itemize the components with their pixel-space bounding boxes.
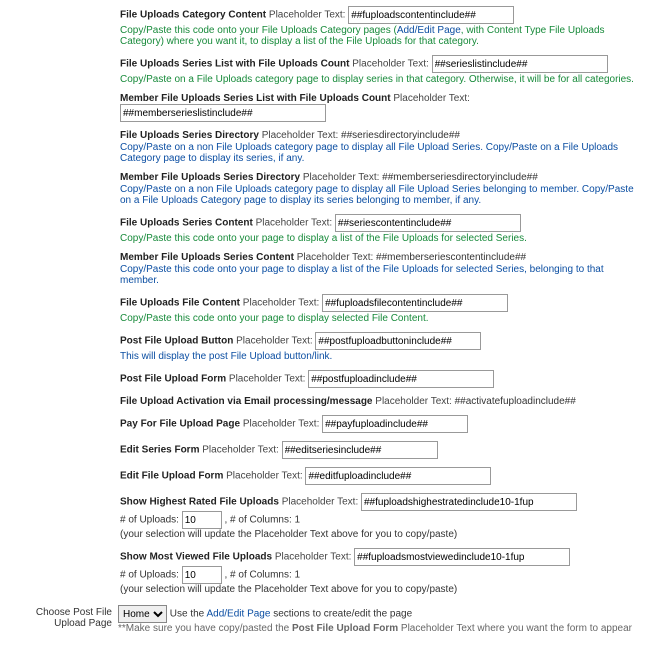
placeholder-input[interactable]	[322, 294, 508, 312]
item-title: File Uploads Series List with File Uploa…	[120, 59, 352, 70]
placeholder-block: Post File Upload Button Placeholder Text…	[8, 330, 642, 368]
add-edit-page-link[interactable]: Add/Edit Page	[206, 609, 270, 620]
choose-post-page-label: Choose Post File Upload Page	[8, 605, 112, 629]
item-title: Edit Series Form	[120, 445, 202, 456]
placeholder-value: ##activatefuploadinclude##	[455, 396, 576, 407]
highest-rated-uploads-input[interactable]	[182, 511, 222, 529]
placeholder-block: File Uploads File Content Placeholder Te…	[8, 292, 642, 330]
highest-rated-columns-value: 1	[295, 515, 301, 526]
show-most-viewed-block: Show Most Viewed File Uploads Placeholde…	[8, 546, 642, 601]
placeholder-block: File Upload Activation via Email process…	[8, 394, 642, 413]
item-title: Pay For File Upload Page	[120, 419, 243, 430]
placeholder-input[interactable]	[322, 415, 468, 433]
highest-rated-note: (your selection will update the Placehol…	[120, 529, 642, 540]
placeholder-input[interactable]	[432, 55, 608, 73]
placeholder-block: File Uploads Category Content Placeholde…	[8, 4, 642, 53]
placeholder-block: File Uploads Series Directory Placeholde…	[8, 128, 642, 170]
uploads-label: # of Uploads:	[120, 570, 179, 581]
placeholder-input[interactable]	[308, 370, 494, 388]
placeholder-block: Pay For File Upload Page Placeholder Tex…	[8, 413, 642, 439]
item-description: This will display the post File Upload b…	[120, 350, 642, 362]
item-title: Show Highest Rated File Uploads	[120, 497, 279, 508]
item-title: Member File Uploads Series List with Fil…	[120, 93, 393, 104]
item-description: Copy/Paste on a non File Uploads categor…	[120, 141, 642, 164]
placeholder-block: Edit File Upload Form Placeholder Text:	[8, 465, 642, 491]
placeholder-value: ##seriesdirectoryinclude##	[341, 130, 460, 141]
most-viewed-note: (your selection will update the Placehol…	[120, 584, 642, 595]
most-viewed-uploads-input[interactable]	[182, 566, 222, 584]
placeholder-value: ##memberseriesdirectoryinclude##	[382, 172, 538, 183]
item-title: Edit File Upload Form	[120, 471, 226, 482]
placeholder-label: Placeholder Text:	[352, 59, 431, 70]
placeholder-label: Placeholder Text:	[226, 471, 305, 482]
item-title: Member File Uploads Series Content	[120, 252, 297, 263]
item-description: Copy/Paste this code onto your page to d…	[120, 312, 642, 324]
placeholder-block: Edit Series Form Placeholder Text:	[8, 439, 642, 465]
placeholder-label: Placeholder Text:	[282, 497, 359, 508]
placeholder-value: ##memberseriescontentinclude##	[376, 252, 526, 263]
item-title: Member File Uploads Series Directory	[120, 172, 303, 183]
placeholder-label: Placeholder Text:	[275, 552, 352, 563]
item-description: Copy/Paste this code onto your page to d…	[120, 232, 642, 244]
footer-warning: **Make sure you have copy/pasted the Pos…	[118, 623, 632, 634]
placeholder-label: Placeholder Text:	[256, 218, 335, 229]
placeholder-block: Post File Upload Form Placeholder Text:	[8, 368, 642, 394]
placeholder-block: File Uploads Series List with File Uploa…	[8, 53, 642, 91]
placeholder-label: Placeholder Text:	[243, 419, 322, 430]
placeholder-input[interactable]	[282, 441, 438, 459]
placeholder-label: Placeholder Text:	[202, 445, 281, 456]
item-description: Copy/Paste this code onto your File Uplo…	[120, 24, 642, 47]
placeholder-label: Placeholder Text:	[269, 10, 348, 21]
placeholder-input[interactable]	[348, 6, 514, 24]
columns-label: , # of Columns:	[225, 570, 292, 581]
item-title: Show Most Viewed File Uploads	[120, 552, 272, 563]
item-description: Copy/Paste on a File Uploads category pa…	[120, 73, 642, 85]
placeholder-label: Placeholder Text:	[303, 172, 382, 183]
placeholder-input[interactable]	[120, 104, 326, 122]
placeholder-label: Placeholder Text:	[262, 130, 341, 141]
item-title: File Uploads Series Directory	[120, 130, 262, 141]
most-viewed-columns-value: 1	[295, 570, 301, 581]
placeholder-label: Placeholder Text:	[297, 252, 376, 263]
placeholder-label: Placeholder Text:	[375, 396, 454, 407]
item-title: File Uploads Category Content	[120, 10, 269, 21]
placeholder-block: Member File Uploads Series Directory Pla…	[8, 170, 642, 212]
placeholder-label: Placeholder Text:	[243, 298, 322, 309]
placeholder-input[interactable]	[305, 467, 491, 485]
item-title: File Uploads Series Content	[120, 218, 256, 229]
footer-hint-pre: Use the	[170, 609, 207, 620]
item-title: Post File Upload Form	[120, 374, 229, 385]
footer-hint-post: sections to create/edit the page	[270, 609, 412, 620]
choose-post-page-select[interactable]: Home	[118, 605, 167, 623]
item-description: Copy/Paste this code onto your page to d…	[120, 263, 642, 286]
item-title: File Upload Activation via Email process…	[120, 396, 375, 407]
columns-label: , # of Columns:	[225, 515, 292, 526]
placeholder-input[interactable]	[315, 332, 481, 350]
item-description: Copy/Paste on a non File Uploads categor…	[120, 183, 642, 206]
placeholder-label: Placeholder Text:	[229, 374, 308, 385]
most-viewed-placeholder-input[interactable]	[354, 548, 570, 566]
placeholder-input[interactable]	[335, 214, 521, 232]
item-title: Post File Upload Button	[120, 336, 236, 347]
placeholder-block: File Uploads Series Content Placeholder …	[8, 212, 642, 250]
placeholder-block: Member File Uploads Series List with Fil…	[8, 91, 642, 128]
placeholder-label: Placeholder Text:	[236, 336, 315, 347]
item-title: File Uploads File Content	[120, 298, 243, 309]
placeholder-label: Placeholder Text:	[393, 93, 470, 104]
placeholder-block: Member File Uploads Series Content Place…	[8, 250, 642, 292]
highest-rated-placeholder-input[interactable]	[361, 493, 577, 511]
choose-post-page-row: Choose Post File Upload Page Home Use th…	[8, 601, 642, 634]
show-highest-rated-block: Show Highest Rated File Uploads Placehol…	[8, 491, 642, 546]
uploads-label: # of Uploads:	[120, 515, 179, 526]
